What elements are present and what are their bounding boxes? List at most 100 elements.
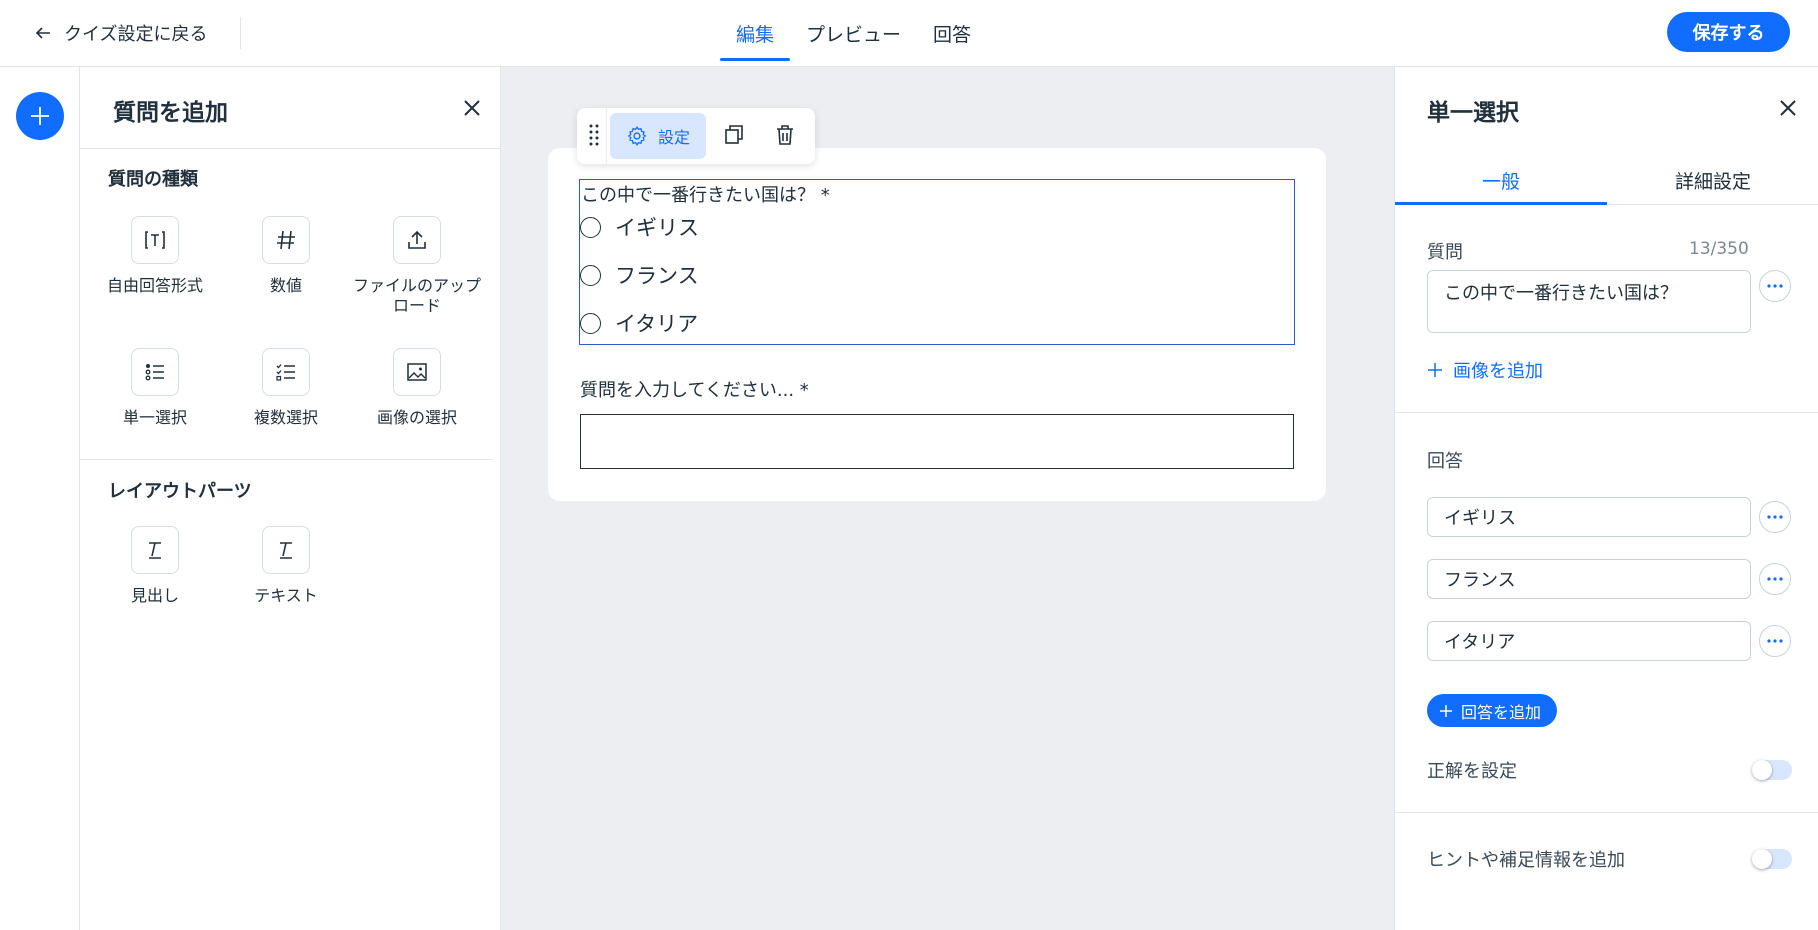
more-dots-icon (1767, 284, 1783, 288)
add-image-link[interactable]: 画像を追加 (1427, 357, 1543, 383)
question-type-label: 数値 (269, 276, 302, 295)
layout-part-heading[interactable]: 見出し (90, 526, 220, 606)
tab-edit[interactable]: 編集 (720, 0, 791, 67)
answer-more-button[interactable] (1759, 625, 1791, 657)
multi-choice-list-icon (276, 364, 295, 381)
settings-panel: 単一選択 一般 詳細設定 質問 13/350 この中で一番行きたい国は？ 画像を… (1394, 67, 1818, 930)
answer-more-button[interactable] (1759, 563, 1791, 595)
layout-parts-heading: レイアウトパーツ (108, 481, 252, 502)
correct-answer-toggle[interactable] (1752, 760, 1792, 780)
back-to-quiz-settings-link[interactable]: クイズ設定に戻る (34, 20, 207, 46)
question-title: この中で一番行きたい国は？ * (581, 185, 830, 206)
more-dots-icon (1767, 639, 1783, 643)
question-type-free-text[interactable]: 自由回答形式 (90, 216, 220, 296)
question-type-icon-box (262, 348, 310, 396)
hash-icon (277, 230, 295, 250)
radio-circle-icon (580, 264, 601, 286)
trash-icon[interactable] (773, 123, 797, 147)
panel-title: 質問を追加 (113, 100, 228, 126)
close-icon[interactable] (1777, 97, 1799, 119)
radio-option[interactable]: フランス (580, 260, 699, 290)
back-label: クイズ設定に戻る (64, 24, 208, 45)
save-button[interactable]: 保存する (1667, 12, 1790, 52)
arrow-left-icon (35, 27, 50, 39)
question-type-label: 画像の選択 (376, 408, 457, 427)
section-divider (81, 459, 493, 460)
answer-field[interactable]: イタリア (1427, 621, 1751, 661)
drag-handle-icon[interactable] (587, 122, 601, 150)
panel-divider (1395, 412, 1818, 413)
question2-title: 質問を入力してください... * (580, 380, 809, 401)
question-type-image-choice[interactable]: 画像の選択 (352, 348, 482, 428)
header-divider (240, 17, 241, 49)
more-dots-icon (1767, 577, 1783, 581)
question-type-label: ファイルのアップロード (352, 276, 481, 315)
add-answer-label: 回答を追加 (1461, 704, 1542, 722)
tab-responses[interactable]: 回答 (917, 0, 987, 67)
upload-icon (408, 230, 426, 249)
add-element-button[interactable] (16, 92, 64, 140)
radio-option-label: イギリス (615, 216, 699, 240)
toggle-knob (1752, 760, 1772, 780)
layout-part-text[interactable]: テキスト (221, 526, 351, 606)
selected-question-block[interactable]: この中で一番行きたい国は？ * イギリス フランス イタリア (579, 179, 1295, 345)
question-type-single-choice[interactable]: 単一選択 (90, 348, 220, 428)
layout-part-label: 見出し (130, 586, 179, 605)
question2-answer-input[interactable] (580, 414, 1294, 469)
question-type-icon-box (262, 216, 310, 264)
add-answer-button[interactable]: 回答を追加 (1427, 694, 1558, 727)
add-question-panel: 質問を追加 質問の種類 自由回答形式 数値 ファイルのアップロード 単一選択 複… (81, 67, 501, 930)
element-toolbar: 設定 (577, 108, 815, 164)
answer-field[interactable]: イギリス (1427, 497, 1751, 537)
close-icon[interactable] (461, 97, 483, 119)
question-type-icon-box (131, 216, 179, 264)
question-type-label: 複数選択 (253, 408, 318, 427)
toggle-knob (1752, 849, 1772, 869)
hint-label: ヒントや補足情報を追加 (1427, 850, 1625, 871)
image-icon (407, 363, 427, 381)
character-counter: 13/350 (1689, 239, 1749, 259)
radio-circle-icon (580, 312, 601, 334)
radio-option[interactable]: イギリス (580, 212, 699, 242)
add-question-header: 質問を追加 (81, 67, 500, 149)
radio-circle-icon (580, 216, 601, 238)
duplicate-icon[interactable] (722, 123, 746, 147)
layout-part-label: テキスト (254, 586, 318, 605)
question-types-heading: 質問の種類 (108, 169, 198, 190)
question-field-label: 質問 (1427, 242, 1463, 263)
answer-field[interactable]: フランス (1427, 559, 1751, 599)
question-type-number[interactable]: 数値 (221, 216, 351, 296)
question-type-icon-box (393, 216, 441, 264)
more-dots-icon (1767, 515, 1783, 519)
text-icon (280, 542, 292, 559)
plus-icon (31, 107, 49, 125)
radio-option[interactable]: イタリア (580, 308, 698, 338)
main-tabs: 編集 プレビュー 回答 (720, 0, 987, 67)
answers-section-label: 回答 (1427, 451, 1463, 472)
question-type-multiple-choice[interactable]: 複数選択 (221, 348, 351, 428)
heading-icon (149, 542, 161, 559)
toolbar-divider (606, 108, 607, 164)
add-image-label: 画像を追加 (1453, 361, 1543, 382)
tab-preview[interactable]: プレビュー (790, 0, 917, 67)
settings-button[interactable]: 設定 (610, 113, 706, 159)
question-type-label: 自由回答形式 (106, 276, 203, 295)
question-text-field[interactable]: この中で一番行きたい国は？ (1427, 270, 1751, 333)
question-type-file-upload[interactable]: ファイルのアップロード (352, 216, 482, 316)
question-type-icon-box (131, 348, 179, 396)
settings-panel-title: 単一選択 (1427, 100, 1519, 126)
layout-part-icon-box (262, 526, 310, 574)
settings-tabs: 一般 詳細設定 (1395, 155, 1818, 205)
question-more-button[interactable] (1759, 270, 1791, 302)
plus-icon (1428, 363, 1442, 377)
correct-answer-label: 正解を設定 (1427, 761, 1517, 782)
hint-toggle[interactable] (1752, 849, 1792, 869)
tab-general[interactable]: 一般 (1395, 155, 1607, 205)
gear-icon (627, 126, 647, 146)
answer-more-button[interactable] (1759, 501, 1791, 533)
question-type-icon-box (393, 348, 441, 396)
plus-icon (1440, 704, 1452, 717)
text-field-icon (145, 231, 165, 249)
tab-advanced[interactable]: 詳細設定 (1607, 155, 1818, 204)
left-rail (0, 67, 80, 930)
